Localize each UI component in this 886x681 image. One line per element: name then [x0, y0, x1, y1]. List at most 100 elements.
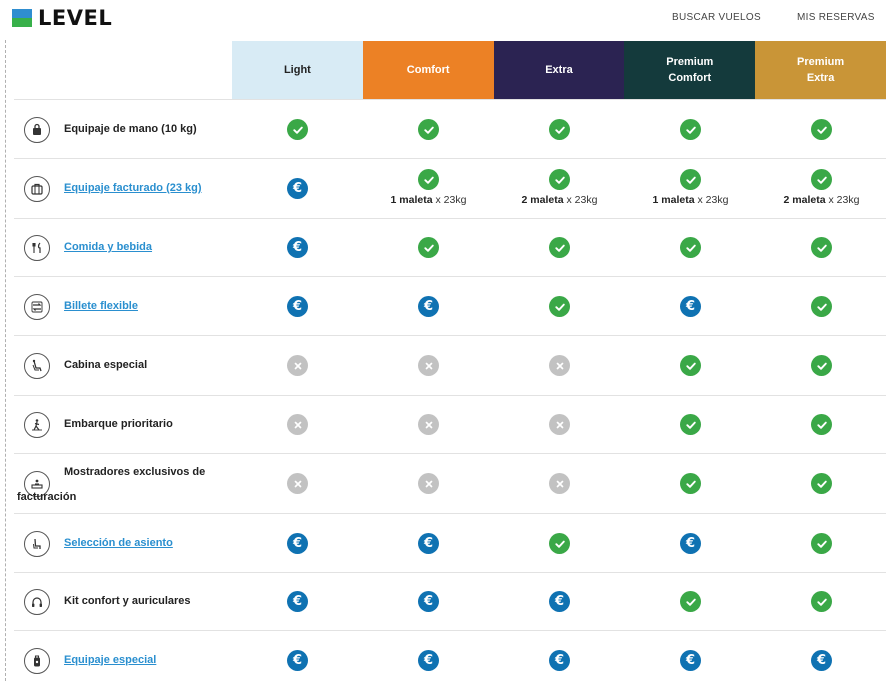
cell-light: € — [232, 237, 363, 258]
cell-extra: € — [494, 591, 625, 612]
plan-header-light: Light — [232, 41, 363, 99]
cell-extra: 2 maleta x 23kg — [494, 169, 625, 206]
priority-boarding-icon — [24, 412, 50, 438]
cell-light: € — [232, 533, 363, 554]
cell-comfort — [363, 355, 494, 376]
check-icon — [811, 119, 832, 140]
luggage-allowance-note: 2 maleta x 23kg — [784, 194, 860, 206]
comparison-table: Equipaje de mano (10 kg) Equipaje factura… — [14, 99, 886, 681]
cross-icon — [418, 473, 439, 494]
check-icon — [418, 169, 439, 190]
check-icon — [811, 533, 832, 554]
cell-premium-extra: 2 maleta x 23kg — [756, 169, 886, 206]
cell-extra — [494, 414, 625, 435]
logo-text: LEVEL — [38, 6, 113, 30]
check-icon — [680, 414, 701, 435]
cell-comfort — [363, 119, 494, 140]
euro-icon[interactable]: € — [549, 591, 570, 612]
cell-premium-extra — [756, 473, 886, 494]
euro-icon[interactable]: € — [680, 296, 701, 317]
euro-icon[interactable]: € — [287, 533, 308, 554]
table-row: Mostradores exclusivos de facturación — [14, 454, 886, 514]
luggage-weight: x 23kg — [563, 194, 598, 206]
table-row: Embarque prioritario — [14, 396, 886, 454]
euro-icon[interactable]: € — [287, 650, 308, 671]
euro-icon[interactable]: € — [680, 533, 701, 554]
cell-premium-comfort — [625, 591, 756, 612]
cross-icon — [418, 414, 439, 435]
luggage-weight: x 23kg — [694, 194, 729, 206]
luggage-quantity: 1 maleta — [652, 194, 695, 206]
feature-label[interactable]: Equipaje facturado (23 kg) — [64, 182, 202, 194]
cell-premium-comfort: € — [625, 533, 756, 554]
plan-header-comfort: Comfort — [362, 41, 494, 99]
check-icon — [549, 119, 570, 140]
feature-label: Equipaje de mano (10 kg) — [64, 123, 197, 135]
table-row: Cabina especial — [14, 336, 886, 396]
cell-comfort — [363, 414, 494, 435]
check-icon — [811, 355, 832, 376]
check-icon — [811, 414, 832, 435]
cell-premium-extra — [756, 591, 886, 612]
feature-label[interactable]: Comida y bebida — [64, 241, 152, 253]
cross-icon — [287, 414, 308, 435]
nav-buscar-vuelos[interactable]: BUSCAR VUELOS — [672, 12, 761, 23]
cell-premium-comfort — [625, 355, 756, 376]
euro-icon[interactable]: € — [418, 533, 439, 554]
cell-light: € — [232, 650, 363, 671]
euro-icon[interactable]: € — [549, 650, 570, 671]
top-bar: LEVEL BUSCAR VUELOS MIS RESERVAS — [0, 0, 886, 38]
euro-icon[interactable]: € — [287, 178, 308, 199]
check-icon — [418, 119, 439, 140]
luggage-quantity: 2 maleta — [521, 194, 564, 206]
euro-icon[interactable]: € — [287, 296, 308, 317]
table-row: Billete flexible € € € — [14, 277, 886, 336]
check-icon — [811, 473, 832, 494]
cell-light — [232, 414, 363, 435]
euro-icon[interactable]: € — [287, 591, 308, 612]
luggage-weight: x 23kg — [432, 194, 467, 206]
cell-premium-comfort — [625, 473, 756, 494]
euro-icon[interactable]: € — [418, 650, 439, 671]
cell-light — [232, 119, 363, 140]
check-icon — [549, 169, 570, 190]
plan-header-premium-comfort: Premium Comfort — [624, 41, 756, 99]
feature-label[interactable]: Billete flexible — [64, 300, 138, 312]
cell-premium-extra — [756, 533, 886, 554]
nav-mis-reservas[interactable]: MIS RESERVAS — [797, 12, 875, 23]
cell-light: € — [232, 591, 363, 612]
euro-icon[interactable]: € — [811, 650, 832, 671]
cell-extra — [494, 237, 625, 258]
luggage-allowance-note: 1 maleta x 23kg — [653, 194, 729, 206]
check-icon — [549, 296, 570, 317]
euro-icon[interactable]: € — [287, 237, 308, 258]
feature-label[interactable]: Equipaje especial — [64, 654, 156, 666]
check-icon — [549, 237, 570, 258]
cross-icon — [287, 355, 308, 376]
feature-label: Cabina especial — [64, 359, 148, 371]
euro-icon[interactable]: € — [680, 650, 701, 671]
plan-header-premium-extra: Premium Extra — [755, 41, 886, 99]
check-icon — [680, 473, 701, 494]
feature-label[interactable]: Selección de asiento — [64, 537, 173, 549]
euro-icon[interactable]: € — [418, 296, 439, 317]
feature-label: Embarque prioritario — [64, 418, 173, 430]
table-row: Equipaje facturado (23 kg) €1 maleta x 23… — [14, 159, 886, 219]
feature-label: Kit confort y auriculares — [64, 595, 191, 607]
cell-premium-comfort: € — [625, 650, 756, 671]
cross-icon — [287, 473, 308, 494]
luggage-quantity: 1 maleta — [390, 194, 433, 206]
cell-premium-extra — [756, 414, 886, 435]
cell-extra — [494, 296, 625, 317]
level-logo[interactable]: LEVEL — [12, 7, 112, 29]
cross-icon — [549, 473, 570, 494]
euro-icon[interactable]: € — [418, 591, 439, 612]
headphones-icon — [24, 589, 50, 615]
check-icon — [811, 169, 832, 190]
feature-label: Mostradores exclusivos de facturación — [17, 466, 206, 503]
check-icon — [680, 591, 701, 612]
cell-premium-extra — [756, 296, 886, 317]
padlock-bag-icon — [24, 117, 50, 143]
luggage-allowance-note: 2 maleta x 23kg — [522, 194, 598, 206]
cell-extra: € — [494, 650, 625, 671]
